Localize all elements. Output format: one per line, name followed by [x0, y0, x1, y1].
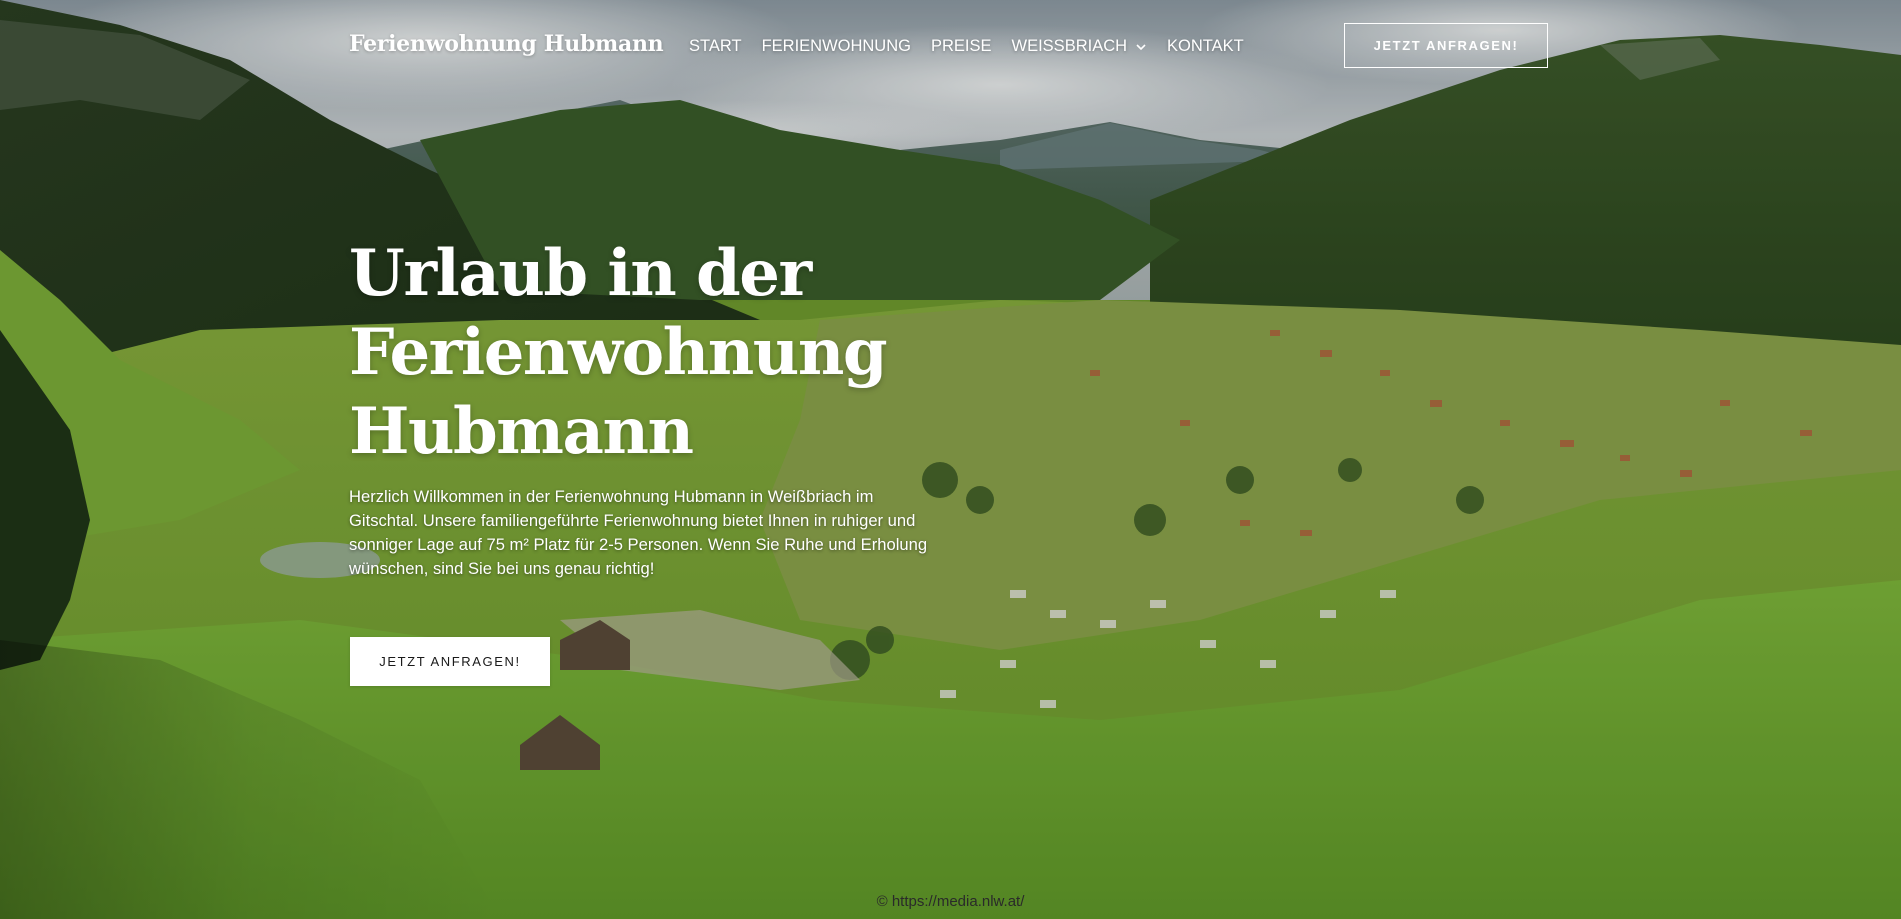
site-header: Ferienwohnung Hubmann START FERIENWOHNUN…	[0, 0, 1901, 95]
hero-intro-text: Herzlich Willkommen in der Ferienwohnung…	[349, 487, 928, 578]
hero-title-line: Hubmann	[349, 394, 694, 469]
image-credit: © https://media.nlw.at/	[876, 893, 1025, 910]
hero-title-line: Urlaub in der	[349, 236, 812, 311]
nav-weissbriach-label: WEISSBRIACH	[1011, 37, 1128, 55]
nav-ferienwohnung[interactable]: FERIENWOHNUNG	[762, 37, 911, 56]
chevron-down-icon	[1136, 43, 1146, 50]
header-inquiry-button[interactable]: JETZT ANFRAGEN!	[1344, 23, 1548, 68]
hero-title: Urlaub in der Ferienwohnung Hubmann	[349, 234, 969, 471]
hero-section: Ferienwohnung Hubmann START FERIENWOHNUN…	[0, 0, 1901, 919]
hero-title-line: Ferienwohnung	[349, 315, 888, 390]
nav-weissbriach[interactable]: WEISSBRIACH	[1012, 37, 1148, 56]
nav-start[interactable]: START	[689, 37, 742, 56]
main-navigation: START FERIENWOHNUNG PREISE WEISSBRIACH K…	[689, 37, 1264, 56]
site-logo[interactable]: Ferienwohnung Hubmann	[349, 31, 664, 57]
hero-inquiry-button[interactable]: JETZT ANFRAGEN!	[350, 637, 550, 686]
nav-kontakt[interactable]: KONTAKT	[1167, 37, 1244, 56]
nav-preise[interactable]: PREISE	[931, 37, 992, 56]
